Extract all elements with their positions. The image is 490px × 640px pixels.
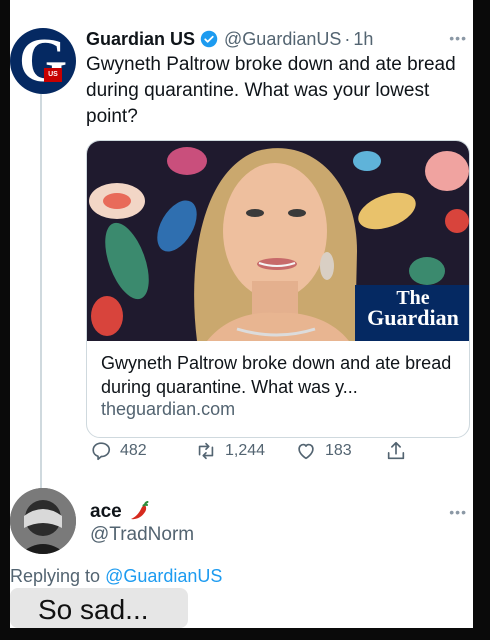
user-handle[interactable]: @GuardianUS: [224, 29, 341, 50]
reply-action[interactable]: 482: [90, 440, 147, 462]
caption-text: So sad...: [38, 594, 149, 625]
reply-display-name[interactable]: ace: [90, 501, 122, 523]
separator-dot: ·: [344, 28, 351, 49]
card-title: Gwyneth Paltrow broke down and ate bread…: [101, 353, 452, 397]
link-card[interactable]: The Guardian Gwyneth Paltrow broke down …: [86, 140, 470, 438]
share-action[interactable]: [385, 440, 415, 462]
tweet-frame: G US Guardian US @GuardianUS · 1h ••• Gw…: [10, 0, 473, 628]
retweet-icon: [198, 442, 214, 460]
retweet-count: 1,244: [225, 442, 266, 459]
more-options-icon[interactable]: •••: [449, 30, 467, 46]
reply-header: ace: [90, 500, 152, 524]
guardian-logo-line2: Guardian: [367, 305, 459, 330]
reply-handle[interactable]: @TradNorm: [90, 524, 194, 546]
card-domain: theguardian.com: [101, 399, 236, 419]
tweet-header: Guardian US @GuardianUS · 1h: [86, 28, 373, 50]
reply-icon: [92, 442, 111, 461]
ace-avatar-image: [10, 488, 76, 554]
like-count: 183: [325, 442, 352, 459]
ace-avatar[interactable]: [10, 488, 76, 554]
share-icon: [387, 441, 405, 460]
tweet-text: Gwyneth Paltrow broke down and ate bread…: [86, 54, 456, 127]
replying-prefix: Replying to: [10, 566, 106, 586]
tweet-actions: 482 1,244 183: [90, 440, 420, 464]
guardian-g-logo: G: [18, 28, 68, 94]
guardian-avatar[interactable]: G US: [10, 28, 76, 94]
replying-to-link[interactable]: @GuardianUS: [105, 566, 222, 586]
retweet-action[interactable]: 1,244: [195, 440, 265, 462]
verified-badge-icon: [200, 30, 218, 48]
timestamp[interactable]: 1h: [353, 29, 373, 50]
display-name[interactable]: Guardian US: [86, 29, 195, 50]
heart-icon: [298, 443, 314, 460]
like-action[interactable]: 183: [295, 440, 352, 462]
reply-more-options-icon[interactable]: •••: [449, 504, 467, 520]
guardian-logo: The Guardian: [355, 288, 469, 330]
reply-count: 482: [120, 442, 147, 459]
replying-to-line: Replying to @GuardianUS: [10, 566, 222, 587]
chili-pepper-icon: [130, 501, 149, 520]
thread-line: [40, 90, 42, 490]
us-badge: US: [44, 68, 62, 82]
